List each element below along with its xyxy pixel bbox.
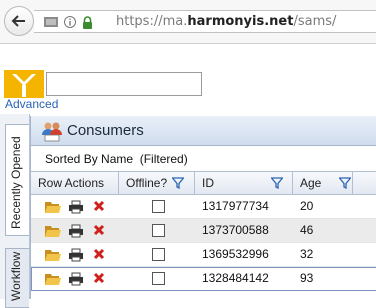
age-cell: 46 — [300, 223, 314, 237]
offline-checkbox[interactable] — [152, 224, 165, 237]
delete-icon[interactable] — [93, 224, 105, 236]
filter-status: (Filtered) — [139, 152, 188, 166]
search-input[interactable] — [46, 72, 202, 96]
app-logo-icon — [4, 70, 44, 98]
tab-workflow-label: Workflow — [9, 251, 23, 301]
print-icon[interactable] — [69, 200, 83, 214]
back-button[interactable] — [4, 6, 34, 36]
column-header-row-actions[interactable]: Row Actions — [31, 172, 119, 194]
consumers-grid: Row Actions Offline? ID Age 1317977734 2… — [31, 171, 376, 291]
age-cell: 32 — [300, 247, 314, 261]
tab-recently-opened[interactable]: Recently Opened — [5, 124, 29, 236]
offline-checkbox[interactable] — [152, 272, 165, 285]
row-actions-cell — [31, 195, 119, 218]
tab-workflow[interactable]: Workflow — [5, 248, 29, 308]
offline-cell — [119, 267, 195, 290]
row-actions-cell — [31, 219, 119, 242]
lock-icon[interactable] — [82, 16, 93, 29]
tab-recently-opened-label: Recently Opened — [9, 136, 23, 229]
url-text: https://ma.harmonyis.net/sams/ — [116, 14, 337, 29]
filter-icon[interactable] — [339, 177, 351, 189]
filter-icon[interactable] — [271, 177, 283, 189]
column-header-offline[interactable]: Offline? — [119, 172, 195, 194]
print-icon[interactable] — [69, 248, 83, 262]
info-icon[interactable] — [64, 16, 76, 28]
open-folder-icon[interactable] — [45, 200, 61, 214]
side-tab-strip: Recently Opened Workflow — [0, 114, 30, 308]
print-icon[interactable] — [69, 224, 83, 238]
age-cell: 93 — [300, 271, 314, 285]
advanced-search-link[interactable]: Advanced — [5, 97, 58, 111]
column-header-id[interactable]: ID — [195, 172, 293, 194]
delete-icon[interactable] — [93, 200, 105, 212]
sort-status: Sorted By Name (Filtered) — [31, 148, 376, 170]
id-cell: 1369532996 — [202, 247, 269, 261]
id-cell: 1373700588 — [202, 223, 269, 237]
column-header-age[interactable]: Age — [293, 172, 353, 194]
offline-cell — [119, 219, 195, 242]
age-cell: 20 — [300, 199, 314, 213]
consumers-panel: Consumers Sorted By Name (Filtered) Row … — [30, 116, 376, 299]
offline-checkbox[interactable] — [152, 248, 165, 261]
offline-cell — [119, 195, 195, 218]
open-folder-icon[interactable] — [45, 224, 61, 238]
id-cell: 1317977734 — [202, 199, 269, 213]
open-folder-icon[interactable] — [45, 248, 61, 262]
open-folder-icon[interactable] — [45, 272, 61, 286]
screen: https://ma.harmonyis.net/sams/ Advanced … — [0, 0, 376, 308]
table-row[interactable]: 1317977734 20 — [31, 195, 376, 219]
sort-label: Sorted By Name — [45, 152, 134, 166]
delete-icon[interactable] — [93, 272, 105, 284]
offline-cell — [119, 243, 195, 266]
consumers-icon — [42, 122, 62, 142]
column-header-overflow — [353, 172, 376, 194]
table-row[interactable]: 1328484142 93 — [31, 267, 376, 291]
filter-icon[interactable] — [172, 177, 184, 189]
app-header: Advanced — [0, 44, 376, 114]
table-row[interactable]: 1369532996 32 — [31, 243, 376, 267]
back-arrow-icon — [11, 15, 25, 27]
panel-header: Consumers — [31, 116, 376, 146]
row-actions-cell — [31, 243, 119, 266]
grid-header: Row Actions Offline? ID Age — [31, 171, 376, 195]
id-cell: 1328484142 — [202, 271, 269, 285]
delete-icon[interactable] — [93, 248, 105, 260]
url-bar[interactable]: https://ma.harmonyis.net/sams/ — [34, 10, 376, 33]
page-icon — [44, 17, 58, 27]
offline-checkbox[interactable] — [152, 200, 165, 213]
row-actions-cell — [31, 267, 119, 290]
browser-address-bar: https://ma.harmonyis.net/sams/ — [0, 0, 376, 44]
panel-title: Consumers — [67, 122, 144, 139]
table-row[interactable]: 1373700588 46 — [31, 219, 376, 243]
print-icon[interactable] — [69, 272, 83, 286]
